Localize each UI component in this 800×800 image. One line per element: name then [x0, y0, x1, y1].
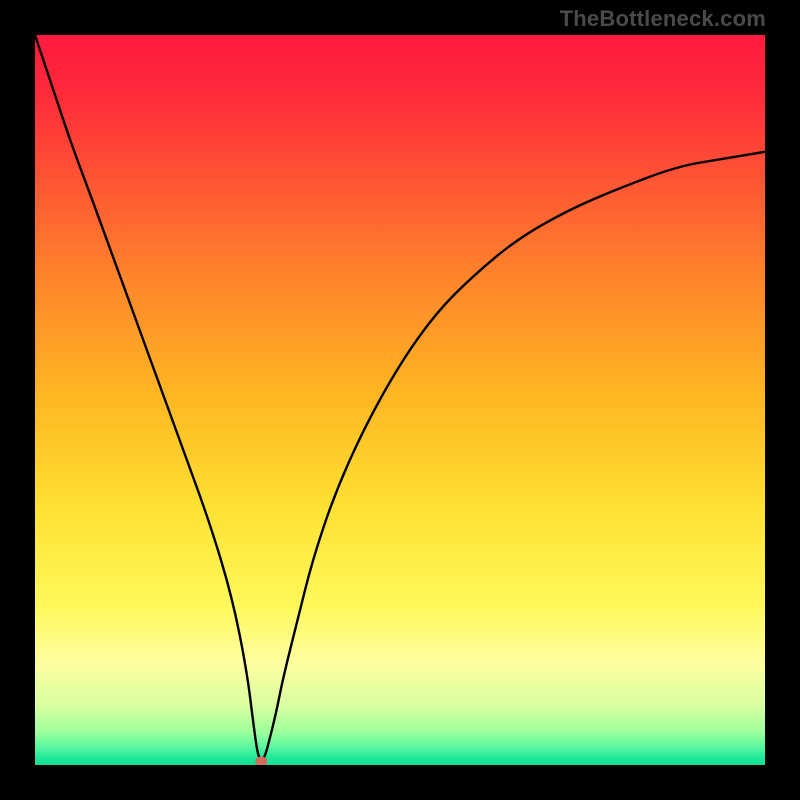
- watermark-text: TheBottleneck.com: [560, 6, 766, 32]
- bottleneck-curve: [35, 35, 765, 760]
- plot-area: [35, 35, 765, 765]
- chart-frame: TheBottleneck.com: [0, 0, 800, 800]
- curve-layer: [35, 35, 765, 765]
- optimum-point-marker: [255, 756, 267, 765]
